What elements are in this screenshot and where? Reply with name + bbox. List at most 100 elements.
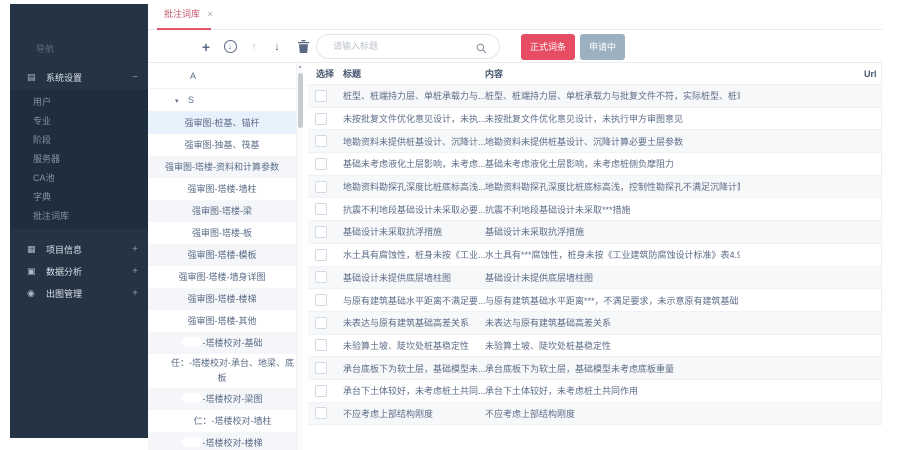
row-content: 桩型、桩端持力层、单桩承载力与批复文件不符，实际桩型、桩端持... <box>485 89 740 102</box>
row-content: 抗震不利地段基础设计未采取***措施 <box>485 203 740 216</box>
row-checkbox[interactable] <box>315 294 327 306</box>
row-checkbox[interactable] <box>315 181 327 193</box>
row-checkbox[interactable] <box>315 385 327 397</box>
collapse-minus-icon[interactable]: − <box>132 72 138 83</box>
row-title: 未验算土坡、陡坎处桩基稳定性 <box>343 339 485 352</box>
sidebar-item-majors[interactable]: 专业 <box>10 112 148 131</box>
category-item-label: 强审图-塔楼-墙身详图 <box>179 272 266 282</box>
row-checkbox[interactable] <box>315 362 327 374</box>
scroll-up-icon[interactable]: ▲ <box>297 63 303 72</box>
category-item[interactable]: 强审图-塔楼-模板 <box>148 244 296 266</box>
row-content: 地勘资料勘探孔深度比桩底标高浅，控制性勘探孔不满足沉降计算要求 <box>485 180 740 193</box>
row-checkbox[interactable] <box>315 226 327 238</box>
trash-icon[interactable] <box>296 30 310 63</box>
checkbox-cell <box>308 362 343 374</box>
sidebar-item-dictionary[interactable]: 字典 <box>10 188 148 207</box>
category-scrollbar[interactable]: ▲ <box>296 63 303 450</box>
category-group-label: S <box>188 95 194 105</box>
scrollbar-thumb[interactable] <box>298 73 303 128</box>
menu-icon: ▤ <box>27 73 40 82</box>
category-header-a[interactable]: A <box>148 63 296 89</box>
category-item-label: 任：-塔楼校对-承台、地梁、底板 <box>171 358 294 383</box>
category-item[interactable]: 强审图-桩基、锚杆 <box>148 112 296 134</box>
category-item[interactable]: 强审图-塔楼-楼梯 <box>148 288 296 310</box>
tab-label: 批注词库 <box>164 9 200 19</box>
add-button[interactable]: + <box>198 30 214 63</box>
row-title: 不应考虑上部结构刚度 <box>343 407 485 420</box>
table-row[interactable]: 桩型、桩端持力层、单桩承载力与... 桩型、桩端持力层、单桩承载力与批复文件不符… <box>308 85 881 108</box>
expand-plus-icon[interactable]: + <box>132 288 138 299</box>
category-item[interactable]: 强审图-塔楼-墙柱 <box>148 178 296 200</box>
row-checkbox[interactable] <box>315 249 327 261</box>
sidebar-section-data-analysis[interactable]: ▣ 数据分析 + <box>10 260 148 282</box>
category-group-s[interactable]: ▾ S <box>148 89 296 112</box>
category-item[interactable]: -塔楼校对-楼梯 <box>148 432 296 450</box>
row-title: 承台底板下为软土层，基础模型未... <box>343 362 485 375</box>
row-content: 承台下土体较好，未考虑桩土共同作用 <box>485 384 740 397</box>
checkbox-cell <box>308 158 343 170</box>
sidebar-item-annotation-lexicon[interactable]: 批注词库 <box>10 207 148 226</box>
formal-entries-button[interactable]: 正式词条 <box>521 34 575 60</box>
table-row[interactable]: 抗震不利地段基础设计未采取必要... 抗震不利地段基础设计未采取***措施 <box>308 198 881 221</box>
checkbox-cell <box>308 249 343 261</box>
row-checkbox[interactable] <box>315 407 327 419</box>
pending-button[interactable]: 申请中 <box>580 34 625 60</box>
category-item[interactable]: 任：-塔楼校对-承台、地梁、底板 <box>148 354 296 388</box>
row-checkbox[interactable] <box>315 90 327 102</box>
table-row[interactable]: 地勘资料勘探孔深度比桩底标高浅... 地勘资料勘探孔深度比桩底标高浅，控制性勘探… <box>308 176 881 199</box>
chart-icon: ▣ <box>27 267 40 276</box>
expand-plus-icon[interactable]: + <box>132 266 138 277</box>
category-item[interactable]: 强审图-塔楼-其他 <box>148 310 296 332</box>
row-checkbox[interactable] <box>315 135 327 147</box>
sidebar-item-servers[interactable]: 服务器 <box>10 150 148 169</box>
sidebar-section-system-settings[interactable]: ▤ 系统设置 − <box>10 66 148 88</box>
checkbox-cell <box>308 90 343 102</box>
table-row[interactable]: 基础设计未采取抗浮措施 基础设计未采取抗浮措施 <box>308 221 881 244</box>
close-icon[interactable]: × <box>208 9 213 19</box>
table-row[interactable]: 基础未考虑液化土层影响，未考虑... 基础未考虑液化土层影响，未考虑桩侧负摩阻力 <box>308 153 881 176</box>
table-row[interactable]: 未按批复文件优化意见设计，未执... 未按批复文件优化意见设计，未执行甲方审图意… <box>308 108 881 131</box>
tab-annotation-lexicon[interactable]: 批注词库 × <box>157 0 220 29</box>
category-item[interactable]: 强审图-塔楼-梁 <box>148 200 296 222</box>
table-row[interactable]: 水土具有腐蚀性，桩身未按《工业... 水土具有***腐蚀性，桩身未按《工业建筑防… <box>308 244 881 267</box>
category-item-label: 仁：-塔楼校对-墙柱 <box>194 416 272 426</box>
row-checkbox[interactable] <box>315 113 327 125</box>
row-checkbox[interactable] <box>315 158 327 170</box>
row-content: 未按批复文件优化意见设计，未执行甲方审图意见 <box>485 112 740 125</box>
table-row[interactable]: 承台下土体较好，未考虑桩土共同... 承台下土体较好，未考虑桩土共同作用 <box>308 380 881 403</box>
row-checkbox[interactable] <box>315 339 327 351</box>
move-up-button[interactable]: ↑ <box>247 30 261 63</box>
search-input[interactable]: 请输入标题 <box>316 34 500 59</box>
download-button[interactable]: ↓ <box>222 30 238 63</box>
sidebar-item-ca-pool[interactable]: CA池 <box>10 169 148 188</box>
category-item[interactable]: -塔楼校对-基础 <box>148 332 296 354</box>
row-title: 基础设计未采取抗浮措施 <box>343 225 485 238</box>
table-row[interactable]: 地勘资料未提供桩基设计、沉降计... 地勘资料未提供桩基设计、沉降计算必要土层参… <box>308 130 881 153</box>
table-row[interactable]: 承台底板下为软土层，基础模型未... 承台底板下为软土层，基础模型未考虑底板重量 <box>308 357 881 380</box>
sidebar-section-drawing-management[interactable]: ◉ 出图管理 + <box>10 282 148 304</box>
category-item[interactable]: 强审图-塔楼-资料和计算参数 <box>148 156 296 178</box>
table-row[interactable]: 基础设计未提供底层墙柱图 基础设计未提供底层墙柱图 <box>308 267 881 290</box>
table-row[interactable]: 不应考虑上部结构刚度 不应考虑上部结构刚度 <box>308 403 881 426</box>
sidebar-item-users[interactable]: 用户 <box>10 93 148 112</box>
table-row[interactable]: 与原有建筑基础水平距离不满足要... 与原有建筑基础水平距离***，不满足要求，… <box>308 289 881 312</box>
sidebar-section-project-info[interactable]: ▦ 项目信息 + <box>10 238 148 260</box>
expand-plus-icon[interactable]: + <box>132 244 138 255</box>
category-item[interactable]: 强审图-独基、筏基 <box>148 134 296 156</box>
checkbox-cell <box>308 203 343 215</box>
category-item[interactable]: 仁：-塔楼校对-墙柱 <box>148 410 296 432</box>
move-down-button[interactable]: ↓ <box>270 30 284 63</box>
row-checkbox[interactable] <box>315 203 327 215</box>
category-item[interactable]: 强审图-塔楼-墙身详图 <box>148 266 296 288</box>
row-checkbox[interactable] <box>315 271 327 283</box>
category-item-label: 强审图-塔楼-模板 <box>188 250 257 260</box>
sidebar-nav-label: 导航 <box>36 42 54 55</box>
category-item[interactable]: 强审图-塔楼-板 <box>148 222 296 244</box>
category-item-label: -塔楼校对-基础 <box>203 338 263 348</box>
category-item[interactable]: -塔楼校对-梁图 <box>148 388 296 410</box>
table-row[interactable]: 未验算土坡、陡坎处桩基稳定性 未验算土坡、陡坎处桩基稳定性 <box>308 335 881 358</box>
row-checkbox[interactable] <box>315 317 327 329</box>
row-content: 基础设计未提供底层墙柱图 <box>485 271 740 284</box>
table-row[interactable]: 未表达与原有建筑基础高差关系 未表达与原有建筑基础高差关系 <box>308 312 881 335</box>
sidebar-item-stages[interactable]: 阶段 <box>10 131 148 150</box>
